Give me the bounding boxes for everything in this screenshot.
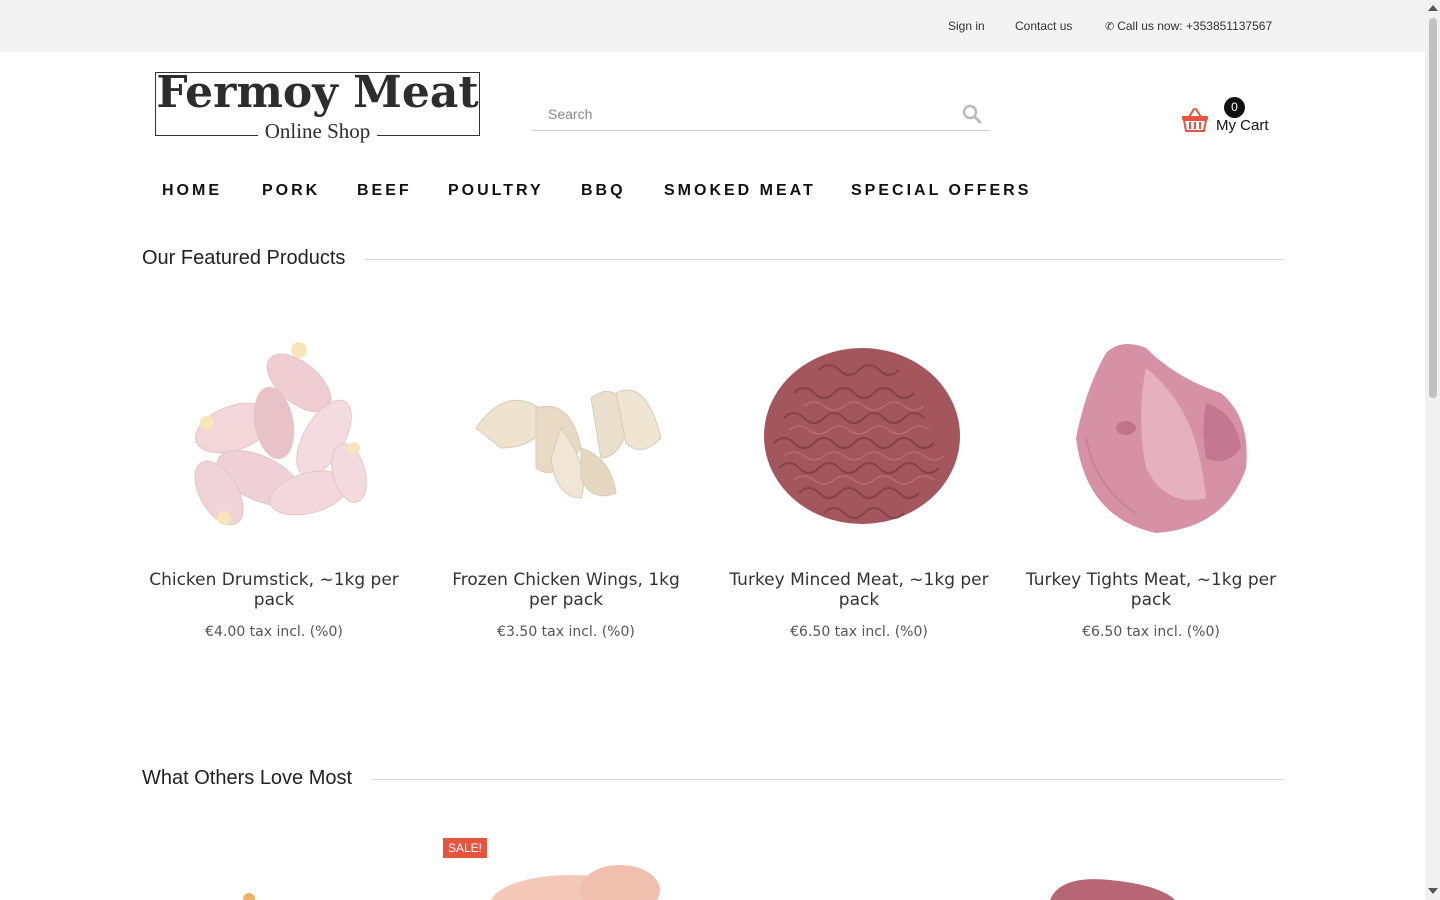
site-logo[interactable]: Fermoy Meat Online Shop bbox=[155, 67, 480, 143]
nav-pork[interactable]: PORK bbox=[262, 182, 320, 200]
product-price: €3.50 tax incl. (%0) bbox=[497, 624, 635, 640]
phone-text: Call us now: +353851137567 bbox=[1117, 19, 1273, 33]
product-name[interactable]: Frozen Chicken Wings, 1kg per pack bbox=[436, 570, 696, 610]
phone-icon: ✆ bbox=[1105, 21, 1115, 33]
product-image-chicken-drumstick[interactable] bbox=[149, 308, 399, 558]
product-name[interactable]: Turkey Minced Meat, ~1kg per pack bbox=[729, 570, 989, 610]
sign-in-link[interactable]: Sign in bbox=[948, 19, 985, 33]
product-image-partial[interactable] bbox=[243, 893, 255, 900]
product-name[interactable]: Turkey Tights Meat, ~1kg per pack bbox=[1021, 570, 1281, 610]
product-price: €4.00 tax incl. (%0) bbox=[205, 624, 343, 640]
product-card[interactable]: Chicken Drumstick, ~1kg per pack €4.00 t… bbox=[144, 308, 404, 640]
product-name[interactable]: Chicken Drumstick, ~1kg per pack bbox=[144, 570, 404, 610]
sale-badge: SALE! bbox=[443, 838, 488, 858]
phone-link[interactable]: ✆ Call us now: +353851137567 bbox=[1105, 19, 1272, 33]
product-image-partial[interactable] bbox=[1030, 860, 1280, 900]
product-image-turkey-minced-meat[interactable] bbox=[734, 308, 984, 558]
nav-beef[interactable]: BEEF bbox=[357, 182, 412, 200]
nav-special-offers[interactable]: SPECIAL OFFERS bbox=[851, 182, 1031, 200]
nav-bbq[interactable]: BBQ bbox=[581, 182, 626, 200]
cart-count-badge: 0 bbox=[1224, 97, 1245, 118]
my-cart-link[interactable]: My Cart bbox=[1216, 117, 1269, 134]
popular-title: What Others Love Most bbox=[142, 767, 373, 790]
nav-poultry[interactable]: POULTRY bbox=[448, 182, 544, 200]
product-image-chicken-wings[interactable] bbox=[441, 308, 691, 558]
product-image-turkey-tights-meat[interactable] bbox=[1026, 308, 1276, 558]
product-price: €6.50 tax incl. (%0) bbox=[1082, 624, 1220, 640]
contact-link[interactable]: Contact us bbox=[1015, 19, 1072, 33]
search-bar bbox=[532, 97, 990, 131]
product-card[interactable]: Turkey Minced Meat, ~1kg per pack €6.50 … bbox=[729, 308, 989, 640]
nav-home[interactable]: HOME bbox=[162, 182, 222, 200]
basket-icon[interactable] bbox=[1181, 107, 1209, 133]
logo-subtitle: Online Shop bbox=[257, 119, 378, 143]
nav-smoked-meat[interactable]: SMOKED MEAT bbox=[664, 182, 816, 200]
product-card[interactable]: Frozen Chicken Wings, 1kg per pack €3.50… bbox=[436, 308, 696, 640]
product-price: €6.50 tax incl. (%0) bbox=[790, 624, 928, 640]
search-icon[interactable] bbox=[962, 104, 982, 124]
top-bar: Sign in Contact us ✆ Call us now: +353851… bbox=[0, 0, 1425, 52]
scroll-up-arrow[interactable] bbox=[1428, 5, 1438, 11]
scrollbar-thumb[interactable] bbox=[1429, 18, 1437, 398]
logo-title: Fermoy Meat bbox=[156, 67, 479, 118]
scroll-down-arrow[interactable] bbox=[1428, 888, 1438, 894]
featured-title: Our Featured Products bbox=[142, 247, 366, 270]
product-card[interactable]: Turkey Tights Meat, ~1kg per pack €6.50 … bbox=[1021, 308, 1281, 640]
search-input[interactable] bbox=[532, 97, 952, 130]
